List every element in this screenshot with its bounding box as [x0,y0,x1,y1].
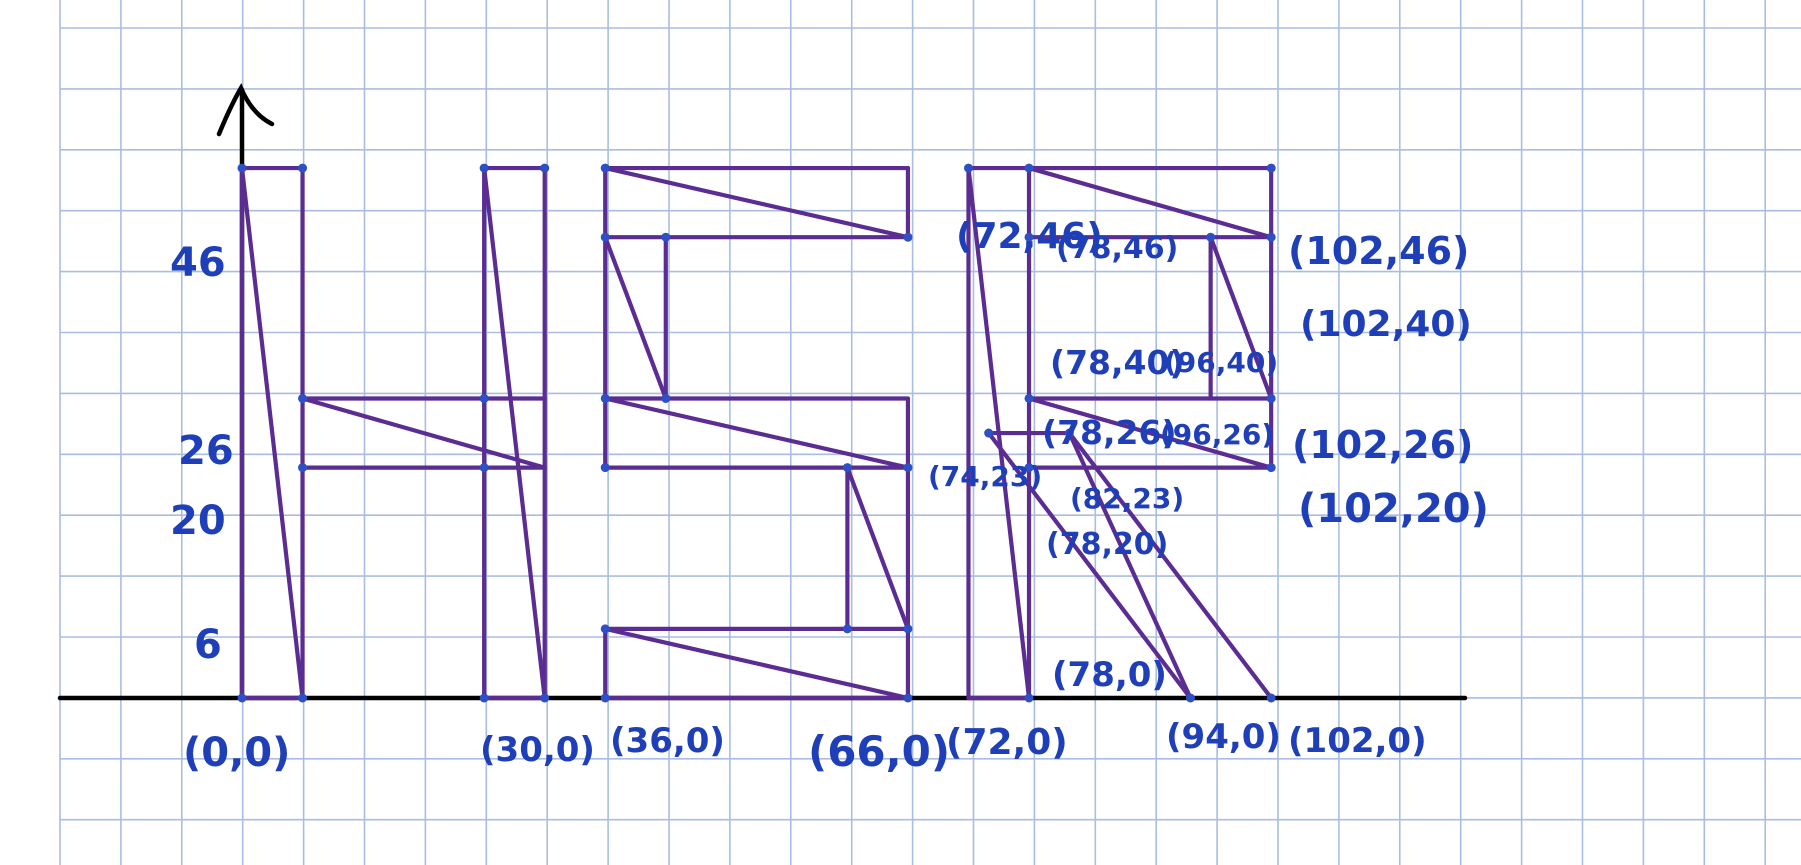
x-label-0: (0,0) [183,730,290,776]
vertex-dot [298,393,308,403]
x-label-36: (36,0) [610,721,725,761]
letter-h-segment [239,165,305,701]
vertex-dot [540,163,550,173]
vertex-dot [600,163,610,173]
vertex-dot [600,232,610,242]
letter-s-segment [603,396,911,470]
x-label-66: (66,0) [808,727,950,776]
y-label-6: 6 [194,622,222,668]
vertex-dot [600,693,610,703]
pt-label-74-23: (74,23) [928,460,1042,493]
y-axis-arrowhead [216,83,275,137]
pt-label-78-26: (78,26) [1042,413,1177,452]
vertex-dot [479,163,489,173]
vertex-dot [479,693,489,703]
pt-label-82-23: (82,23) [1070,482,1184,515]
x-label-72: (72,0) [946,722,1068,763]
vertex-dot [903,232,913,242]
y-label-26: 26 [178,428,234,474]
vertex-dot [1266,232,1276,242]
letter-s-segment [845,465,911,631]
vertex-dot [237,693,247,703]
vertex-dot [479,463,489,473]
vertex-dot [1024,393,1034,403]
vertex-dot [1024,163,1034,173]
pt-label-102-46: (102,46) [1288,229,1469,273]
x-label-94: (94,0) [1166,717,1281,757]
vertex-dot [903,693,913,703]
y-label-46: 46 [170,240,226,286]
vertex-dot [984,428,994,438]
vertex-dot [842,463,852,473]
vertex-dot [237,163,247,173]
pt-label-102-20: (102,20) [1298,486,1489,532]
vertex-dot [600,393,610,403]
vertex-dot [1266,463,1276,473]
vertex-dot [298,693,308,703]
y-label-20: 20 [170,498,226,544]
graph-paper-sketch: 46 26 20 6 (0,0) (30,0) (36,0) (66,0) (7… [0,0,1801,865]
pt-label-78-46: (78,46) [1056,231,1178,266]
vertex-dot [963,163,973,173]
pt-label-96-26: (96,26) [1160,418,1274,451]
x-label-102: (102,0) [1288,721,1427,761]
pt-label-78-20: (78,20) [1046,527,1168,562]
vertex-dot [479,393,489,403]
vertex-dot [298,163,308,173]
vertex-dot [1206,232,1216,242]
letter-h-segment [300,396,547,470]
vertex-dot [1266,693,1276,703]
vertex-dot [661,393,671,403]
pt-label-102-40: (102,40) [1300,304,1472,345]
letter-s-segment [603,626,911,701]
vertex-dot [1266,163,1276,173]
x-label-30: (30,0) [480,730,595,770]
letter-h-segment [482,165,547,701]
pt-label-102-26: (102,26) [1292,423,1473,467]
vertex-dot [1185,693,1195,703]
vertex-dot [661,232,671,242]
vertex-dot [842,624,852,634]
coordinate-labels: 46 26 20 6 (0,0) (30,0) (36,0) (66,0) (7… [170,216,1489,776]
pt-label-78-0: (78,0) [1052,655,1167,695]
letters-diagram: 46 26 20 6 (0,0) (30,0) (36,0) (66,0) (7… [57,0,1801,865]
vertex-dot [1024,693,1034,703]
vertex-dot [1266,393,1276,403]
pt-label-96-40: (96,40) [1164,346,1278,379]
vertex-dot [540,693,550,703]
vertex-dot [600,624,610,634]
vertex-dot [903,624,913,634]
vertex-dot [600,463,610,473]
vertex-dot [298,463,308,473]
letter-s-segment [603,165,911,240]
letter-s-segment [603,235,668,401]
vertex-dot [903,463,913,473]
